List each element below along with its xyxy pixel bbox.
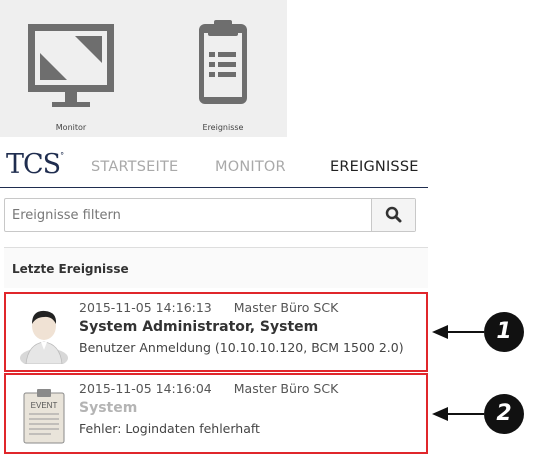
callout-badge-2: 2	[484, 394, 524, 434]
event-user: System Administrator, System	[79, 319, 319, 335]
user-avatar-icon	[20, 310, 68, 364]
event-source: Master Büro SCK	[233, 300, 339, 315]
recent-events-header: Letzte Ereignisse	[4, 247, 428, 288]
nav-item-monitor[interactable]: MONITOR	[215, 159, 286, 175]
event-row[interactable]: 2015-11-05 14:16:13 Master Büro SCK Syste…	[4, 292, 428, 372]
search-icon	[385, 206, 402, 223]
monitor-icon	[28, 24, 114, 107]
event-meta: 2015-11-05 14:16:13 Master Büro SCK	[79, 300, 338, 315]
event-timestamp: 2015-11-05 14:16:04	[79, 381, 212, 396]
top-navigation: TCS° STARTSEITE MONITOR EREIGNISSE	[0, 140, 428, 188]
event-filter-input[interactable]	[5, 199, 371, 231]
logo-text: TCS	[6, 149, 61, 180]
event-meta: 2015-11-05 14:16:04 Master Büro SCK	[79, 381, 338, 396]
event-message: Fehler: Logindaten fehlerhaft	[79, 421, 260, 436]
tile-events[interactable]: Ereignisse	[168, 18, 278, 136]
tcs-logo[interactable]: TCS°	[6, 149, 64, 180]
nav-item-ereignisse[interactable]: EREIGNISSE	[330, 159, 419, 175]
event-clipboard-icon: EVENT	[23, 389, 65, 444]
event-source: Master Büro SCK	[233, 381, 339, 396]
nav-item-startseite[interactable]: STARTSEITE	[91, 159, 178, 175]
clipboard-list-icon	[199, 20, 247, 104]
tile-monitor[interactable]: Monitor	[16, 18, 126, 136]
event-message: Benutzer Anmeldung (10.10.10.120, BCM 15…	[79, 340, 404, 355]
tile-events-label: Ereignisse	[202, 123, 244, 132]
search-button[interactable]	[371, 199, 415, 231]
section-title: Letzte Ereignisse	[12, 262, 129, 276]
event-filter	[4, 198, 416, 232]
event-row[interactable]: EVENT 2015-11-05 14:16:04 Master Büro SCK…	[4, 373, 428, 454]
icon-tiles-panel: Monitor Ereignisse	[0, 0, 287, 137]
event-icon-text: EVENT	[31, 401, 58, 410]
event-timestamp: 2015-11-05 14:16:13	[79, 300, 212, 315]
tile-monitor-label: Monitor	[55, 123, 87, 132]
callout-badge-1: 1	[484, 312, 524, 352]
event-user: System	[79, 400, 138, 416]
